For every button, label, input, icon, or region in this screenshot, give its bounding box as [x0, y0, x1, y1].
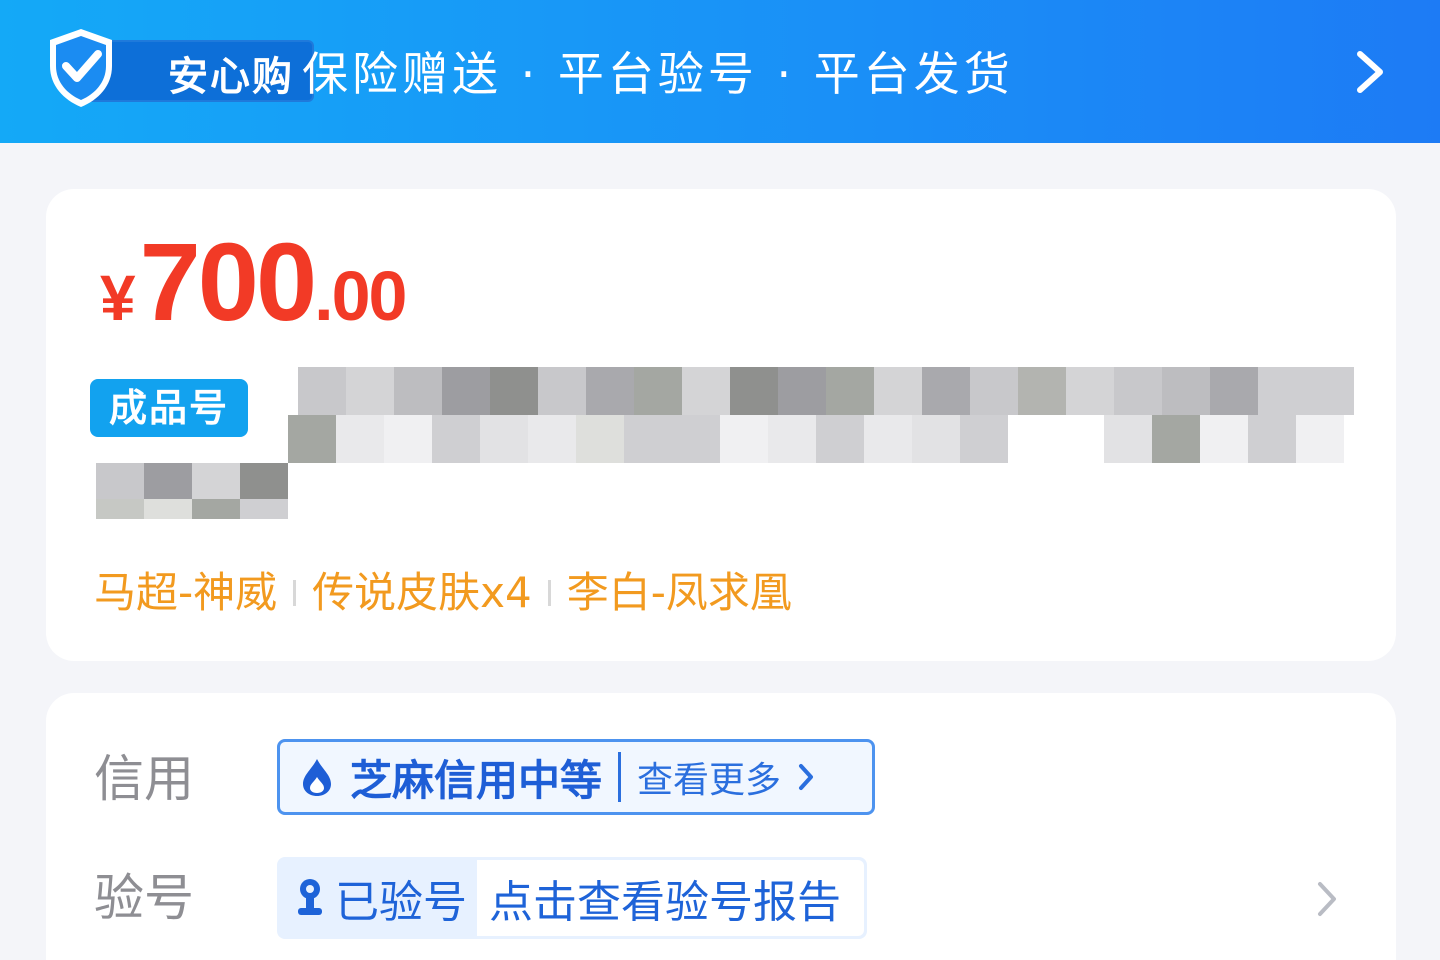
verify-report-area[interactable]: 点击查看验号报告 [477, 860, 864, 936]
redaction-pixel [480, 415, 528, 463]
verify-status: 已验号 [335, 877, 467, 928]
feature-divider [547, 580, 551, 606]
verify-label: 验号 [94, 869, 194, 927]
redaction-pixel [826, 367, 874, 415]
redaction-pixel [1306, 367, 1354, 415]
credit-label: 信用 [94, 750, 194, 808]
top-banner[interactable]: 安心购 保险赠送 · 平台验号 · 平台发货 [0, 0, 1440, 143]
verify-badge[interactable]: 已验号 点击查看验号报告 [277, 857, 867, 939]
credit-divider [618, 752, 622, 802]
redaction-pixel [1114, 367, 1162, 415]
redaction-pixel [768, 415, 816, 463]
redaction-pixel [442, 367, 490, 415]
redaction-pixel [960, 415, 1008, 463]
redaction-pixel [1210, 367, 1258, 415]
finished-account-tag: 成品号 [90, 379, 248, 437]
redaction-pixel [874, 367, 922, 415]
redaction-pixel [288, 415, 336, 463]
redaction-pixel [394, 367, 442, 415]
redaction-pixel [778, 367, 826, 415]
flame-drop-icon [303, 759, 331, 796]
shield-check-icon [50, 29, 112, 107]
feature-list: 马超-神威 传说皮肤x4 李白-凤求凰 [94, 565, 792, 621]
credit-more-link[interactable]: 查看更多 [637, 751, 781, 803]
redaction-pixel [432, 415, 480, 463]
chevron-right-icon[interactable] [1314, 879, 1340, 919]
price: ¥ 700 .00 [100, 219, 407, 346]
redaction-pixel [490, 367, 538, 415]
feature-item: 马超-神威 [94, 568, 278, 617]
redaction-pixel [240, 499, 288, 519]
redaction-pixel [528, 415, 576, 463]
redaction-pixel [1200, 415, 1248, 463]
banner-slogan: 保险赠送 · 平台验号 · 平台发货 [302, 47, 1014, 101]
redaction-pixel [864, 415, 912, 463]
redaction-pixel [720, 415, 768, 463]
credit-badge[interactable]: 芝麻信用中等 查看更多 [277, 739, 875, 815]
redaction-pixel [682, 367, 730, 415]
redaction-pixel [1248, 415, 1296, 463]
redaction-pixel [586, 367, 634, 415]
feature-divider [293, 580, 297, 606]
redaction-pixel [576, 415, 624, 463]
redaction-pixel [1162, 367, 1210, 415]
redaction-pixel [336, 415, 384, 463]
redaction-pixel [922, 367, 970, 415]
redaction-pixel [730, 367, 778, 415]
redaction-pixel [1296, 415, 1344, 463]
redaction-pixel [624, 415, 672, 463]
price-decimal: .00 [314, 257, 407, 335]
redaction-pixel [1104, 415, 1152, 463]
redaction-pixel [912, 415, 960, 463]
redaction-pixel [192, 499, 240, 519]
redaction-pixel [970, 367, 1018, 415]
redaction-pixel [1152, 415, 1200, 463]
chevron-right-icon [799, 764, 814, 790]
brand-badge: 安心购 [44, 26, 314, 110]
redaction-pixel [346, 367, 394, 415]
feature-item: 李白-凤求凰 [566, 568, 792, 617]
redaction-pixel [1066, 367, 1114, 415]
price-currency: ¥ [100, 262, 136, 334]
redaction-pixel [672, 415, 720, 463]
listing-card: ¥ 700 .00 成品号 马超-神威 传说皮肤x4 李白-凤求凰 [46, 189, 1396, 661]
verify-report-link[interactable]: 点击查看验号报告 [489, 866, 841, 930]
verify-status-area: 已验号 [277, 857, 477, 939]
redaction-pixel [1018, 367, 1066, 415]
chevron-right-icon[interactable] [1350, 48, 1390, 96]
redaction-pixel [298, 367, 346, 415]
redaction-pixel [1258, 367, 1306, 415]
credit-level: 芝麻信用中等 [350, 755, 603, 805]
redaction-pixel [96, 499, 144, 519]
redaction-pixel [144, 499, 192, 519]
redaction-pixel [538, 367, 586, 415]
price-integer: 700 [139, 221, 318, 344]
redaction-pixel [384, 415, 432, 463]
redaction-pixel [816, 415, 864, 463]
verified-badge-icon [298, 879, 322, 915]
feature-item: 传说皮肤x4 [312, 568, 532, 617]
brand-name: 安心购 [168, 54, 294, 100]
details-card: 信用 芝麻信用中等 查看更多 验号 已验号 点击查看验号报告 [46, 693, 1396, 960]
redaction-pixel [634, 367, 682, 415]
